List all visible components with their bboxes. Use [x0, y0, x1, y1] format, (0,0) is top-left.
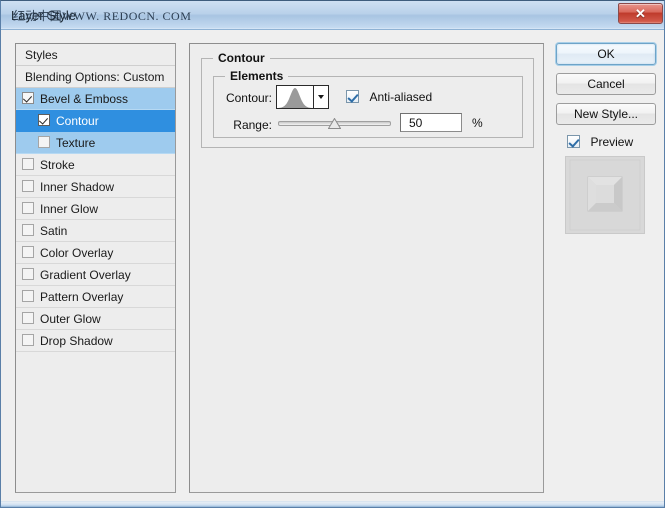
style-preview-thumbnail — [565, 156, 645, 234]
close-icon: ✕ — [635, 6, 646, 21]
styles-list-item[interactable]: Pattern Overlay — [16, 286, 175, 308]
styles-list-item-checkbox[interactable] — [22, 333, 34, 346]
styles-list-item[interactable]: Inner Shadow — [16, 176, 175, 198]
range-unit-label: % — [472, 116, 483, 130]
styles-effect-rows: Bevel & Emboss Contour Texture Stroke Inner … — [16, 88, 175, 352]
styles-list-item-label: Inner Shadow — [40, 179, 115, 194]
title-watermark-cn: 红动中国 — [13, 9, 62, 23]
styles-list-item-checkbox[interactable] — [38, 113, 50, 126]
styles-list-item[interactable]: Satin — [16, 220, 175, 242]
contour-settings-panel: Contour Elements Contour: Anti-aliased R… — [189, 43, 544, 493]
styles-list-item[interactable]: Texture — [16, 132, 175, 154]
range-value-input[interactable] — [400, 113, 462, 132]
title-watermark-url: WWW. REDOCN. COM — [61, 9, 192, 23]
cancel-button[interactable]: Cancel — [556, 73, 656, 95]
styles-list-item-checkbox[interactable] — [22, 311, 34, 324]
styles-list-item-checkbox[interactable] — [22, 91, 34, 104]
styles-list-item[interactable]: Gradient Overlay — [16, 264, 175, 286]
blending-options-row[interactable]: Blending Options: Custom — [16, 66, 175, 88]
styles-list-item-label: Texture — [56, 135, 96, 150]
styles-list-item[interactable]: Bevel & Emboss — [16, 88, 175, 110]
new-style-button[interactable]: New Style... — [556, 103, 656, 125]
window-bottom-edge — [1, 501, 664, 507]
styles-list-item-label: Gradient Overlay — [40, 267, 131, 282]
styles-list-item-checkbox[interactable] — [22, 157, 34, 170]
styles-list-item[interactable]: Color Overlay — [16, 242, 175, 264]
preview-label: Preview — [590, 134, 634, 149]
contour-group-title: Contour — [213, 51, 270, 65]
styles-list-item-checkbox[interactable] — [38, 135, 50, 148]
anti-aliased-checkbox[interactable]: Anti-aliased — [346, 88, 432, 104]
title-bar: Layer Style 红动中国WWW. REDOCN. COM ✕ — [1, 1, 664, 30]
styles-header-label: Styles — [25, 47, 58, 62]
styles-list-item-checkbox[interactable] — [22, 289, 34, 302]
close-button[interactable]: ✕ — [618, 3, 663, 24]
ok-button[interactable]: OK — [556, 43, 656, 65]
contour-preset-picker[interactable] — [276, 85, 329, 109]
styles-list-item[interactable]: Outer Glow — [16, 308, 175, 330]
styles-list-item-label: Contour — [56, 113, 99, 128]
styles-list-item-label: Inner Glow — [40, 201, 99, 216]
styles-list-item-label: Drop Shadow — [40, 333, 113, 348]
contour-groupbox: Contour Elements Contour: Anti-aliased R… — [201, 51, 534, 148]
range-slider-thumb[interactable] — [328, 118, 341, 129]
styles-list-item-label: Outer Glow — [40, 311, 101, 326]
styles-list-item-label: Satin — [40, 223, 68, 238]
styles-list-item-checkbox[interactable] — [22, 245, 34, 258]
styles-list-item-checkbox[interactable] — [22, 223, 34, 236]
styles-list-item-label: Color Overlay — [40, 245, 114, 260]
styles-list-item-checkbox[interactable] — [22, 267, 34, 280]
styles-list-item[interactable]: Stroke — [16, 154, 175, 176]
preview-checkbox[interactable]: Preview — [567, 133, 656, 150]
anti-aliased-checkbox-box — [346, 90, 359, 104]
contour-field-label: Contour: — [225, 91, 272, 105]
contour-curve-preview — [277, 86, 313, 108]
styles-list-item[interactable]: Contour — [16, 110, 175, 132]
styles-list-item-label: Pattern Overlay — [40, 289, 124, 304]
blending-options-label: Blending Options: Custom — [25, 69, 165, 84]
styles-list-item-label: Stroke — [40, 157, 75, 172]
preview-checkbox-box — [567, 135, 580, 149]
styles-list-item-checkbox[interactable] — [22, 201, 34, 214]
title-watermark: 红动中国WWW. REDOCN. COM — [13, 8, 191, 25]
layer-style-dialog: Layer Style 红动中国WWW. REDOCN. COM ✕ Style… — [0, 0, 665, 508]
dialog-body: Styles Blending Options: Custom Bevel & … — [1, 30, 664, 507]
elements-groupbox: Elements Contour: Anti-aliased Range: 50… — [213, 69, 523, 138]
styles-list-header: Styles — [16, 44, 175, 66]
styles-list-item[interactable]: Drop Shadow — [16, 330, 175, 352]
styles-list-item-label: Bevel & Emboss — [40, 91, 129, 106]
elements-group-title: Elements — [225, 69, 289, 83]
anti-aliased-label: Anti-aliased — [369, 89, 433, 104]
styles-list-item-checkbox[interactable] — [22, 179, 34, 192]
chevron-down-icon — [318, 95, 324, 99]
contour-dropdown-button[interactable] — [313, 86, 328, 108]
styles-list-panel: Styles Blending Options: Custom Bevel & … — [15, 43, 176, 493]
styles-list-item[interactable]: Inner Glow — [16, 198, 175, 220]
dialog-button-column: OK Cancel New Style... Preview — [556, 43, 656, 234]
range-field-label: Range: — [233, 118, 272, 132]
